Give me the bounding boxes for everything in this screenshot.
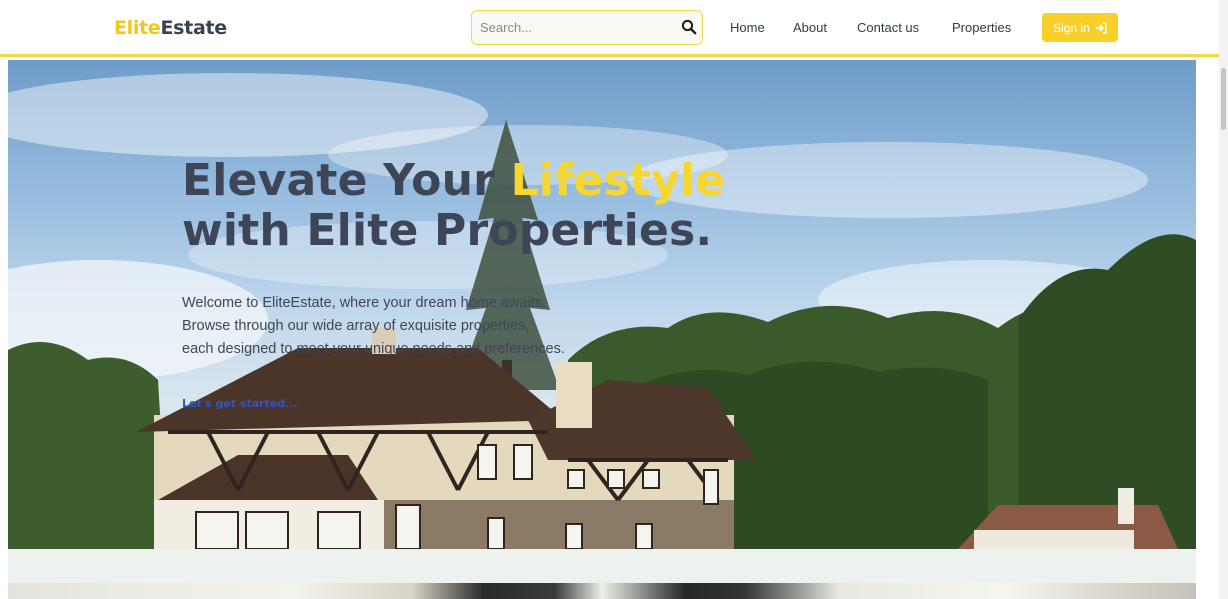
search-icon[interactable] xyxy=(681,19,697,35)
sign-in-label: Sign in xyxy=(1053,20,1090,35)
hero-description-line: Welcome to EliteEstate, where your dream… xyxy=(182,295,547,311)
logo-estate: Estate xyxy=(160,17,227,39)
page: EliteEstate Home About Contact us Proper… xyxy=(0,0,1228,599)
section-divider xyxy=(8,549,1196,583)
sign-in-button[interactable]: Sign in xyxy=(1042,13,1118,42)
page-scrollbar[interactable] xyxy=(1219,0,1228,599)
sign-in-icon xyxy=(1095,21,1107,34)
hero-section: Elevate Your Lifestyle with Elite Proper… xyxy=(8,60,1196,549)
nav-about[interactable]: About xyxy=(793,19,827,37)
nav-contact-us[interactable]: Contact us xyxy=(857,19,919,37)
hero-description-line: Browse through our wide array of exquisi… xyxy=(182,318,530,334)
property-images-preview xyxy=(8,583,1196,599)
hero-title-part2: with Elite Properties. xyxy=(182,205,713,256)
search-box xyxy=(471,10,703,45)
top-navbar: EliteEstate Home About Contact us Proper… xyxy=(0,0,1228,57)
hero-title-highlight: Lifestyle xyxy=(510,155,726,206)
scrollbar-thumb[interactable] xyxy=(1221,68,1226,130)
hero-description: Welcome to EliteEstate, where your dream… xyxy=(182,292,642,361)
nav-properties[interactable]: Properties xyxy=(952,19,1011,37)
get-started-link[interactable]: Let's get started... xyxy=(182,397,298,410)
hero-description-line: each designed to meet your unique needs … xyxy=(182,341,565,357)
logo-elite: Elite xyxy=(114,17,161,39)
search-input[interactable] xyxy=(472,11,672,43)
site-logo[interactable]: EliteEstate xyxy=(114,15,227,41)
hero-title: Elevate Your Lifestyle with Elite Proper… xyxy=(182,156,742,256)
hero-title-part1: Elevate Your xyxy=(182,155,496,206)
nav-home[interactable]: Home xyxy=(730,19,765,37)
